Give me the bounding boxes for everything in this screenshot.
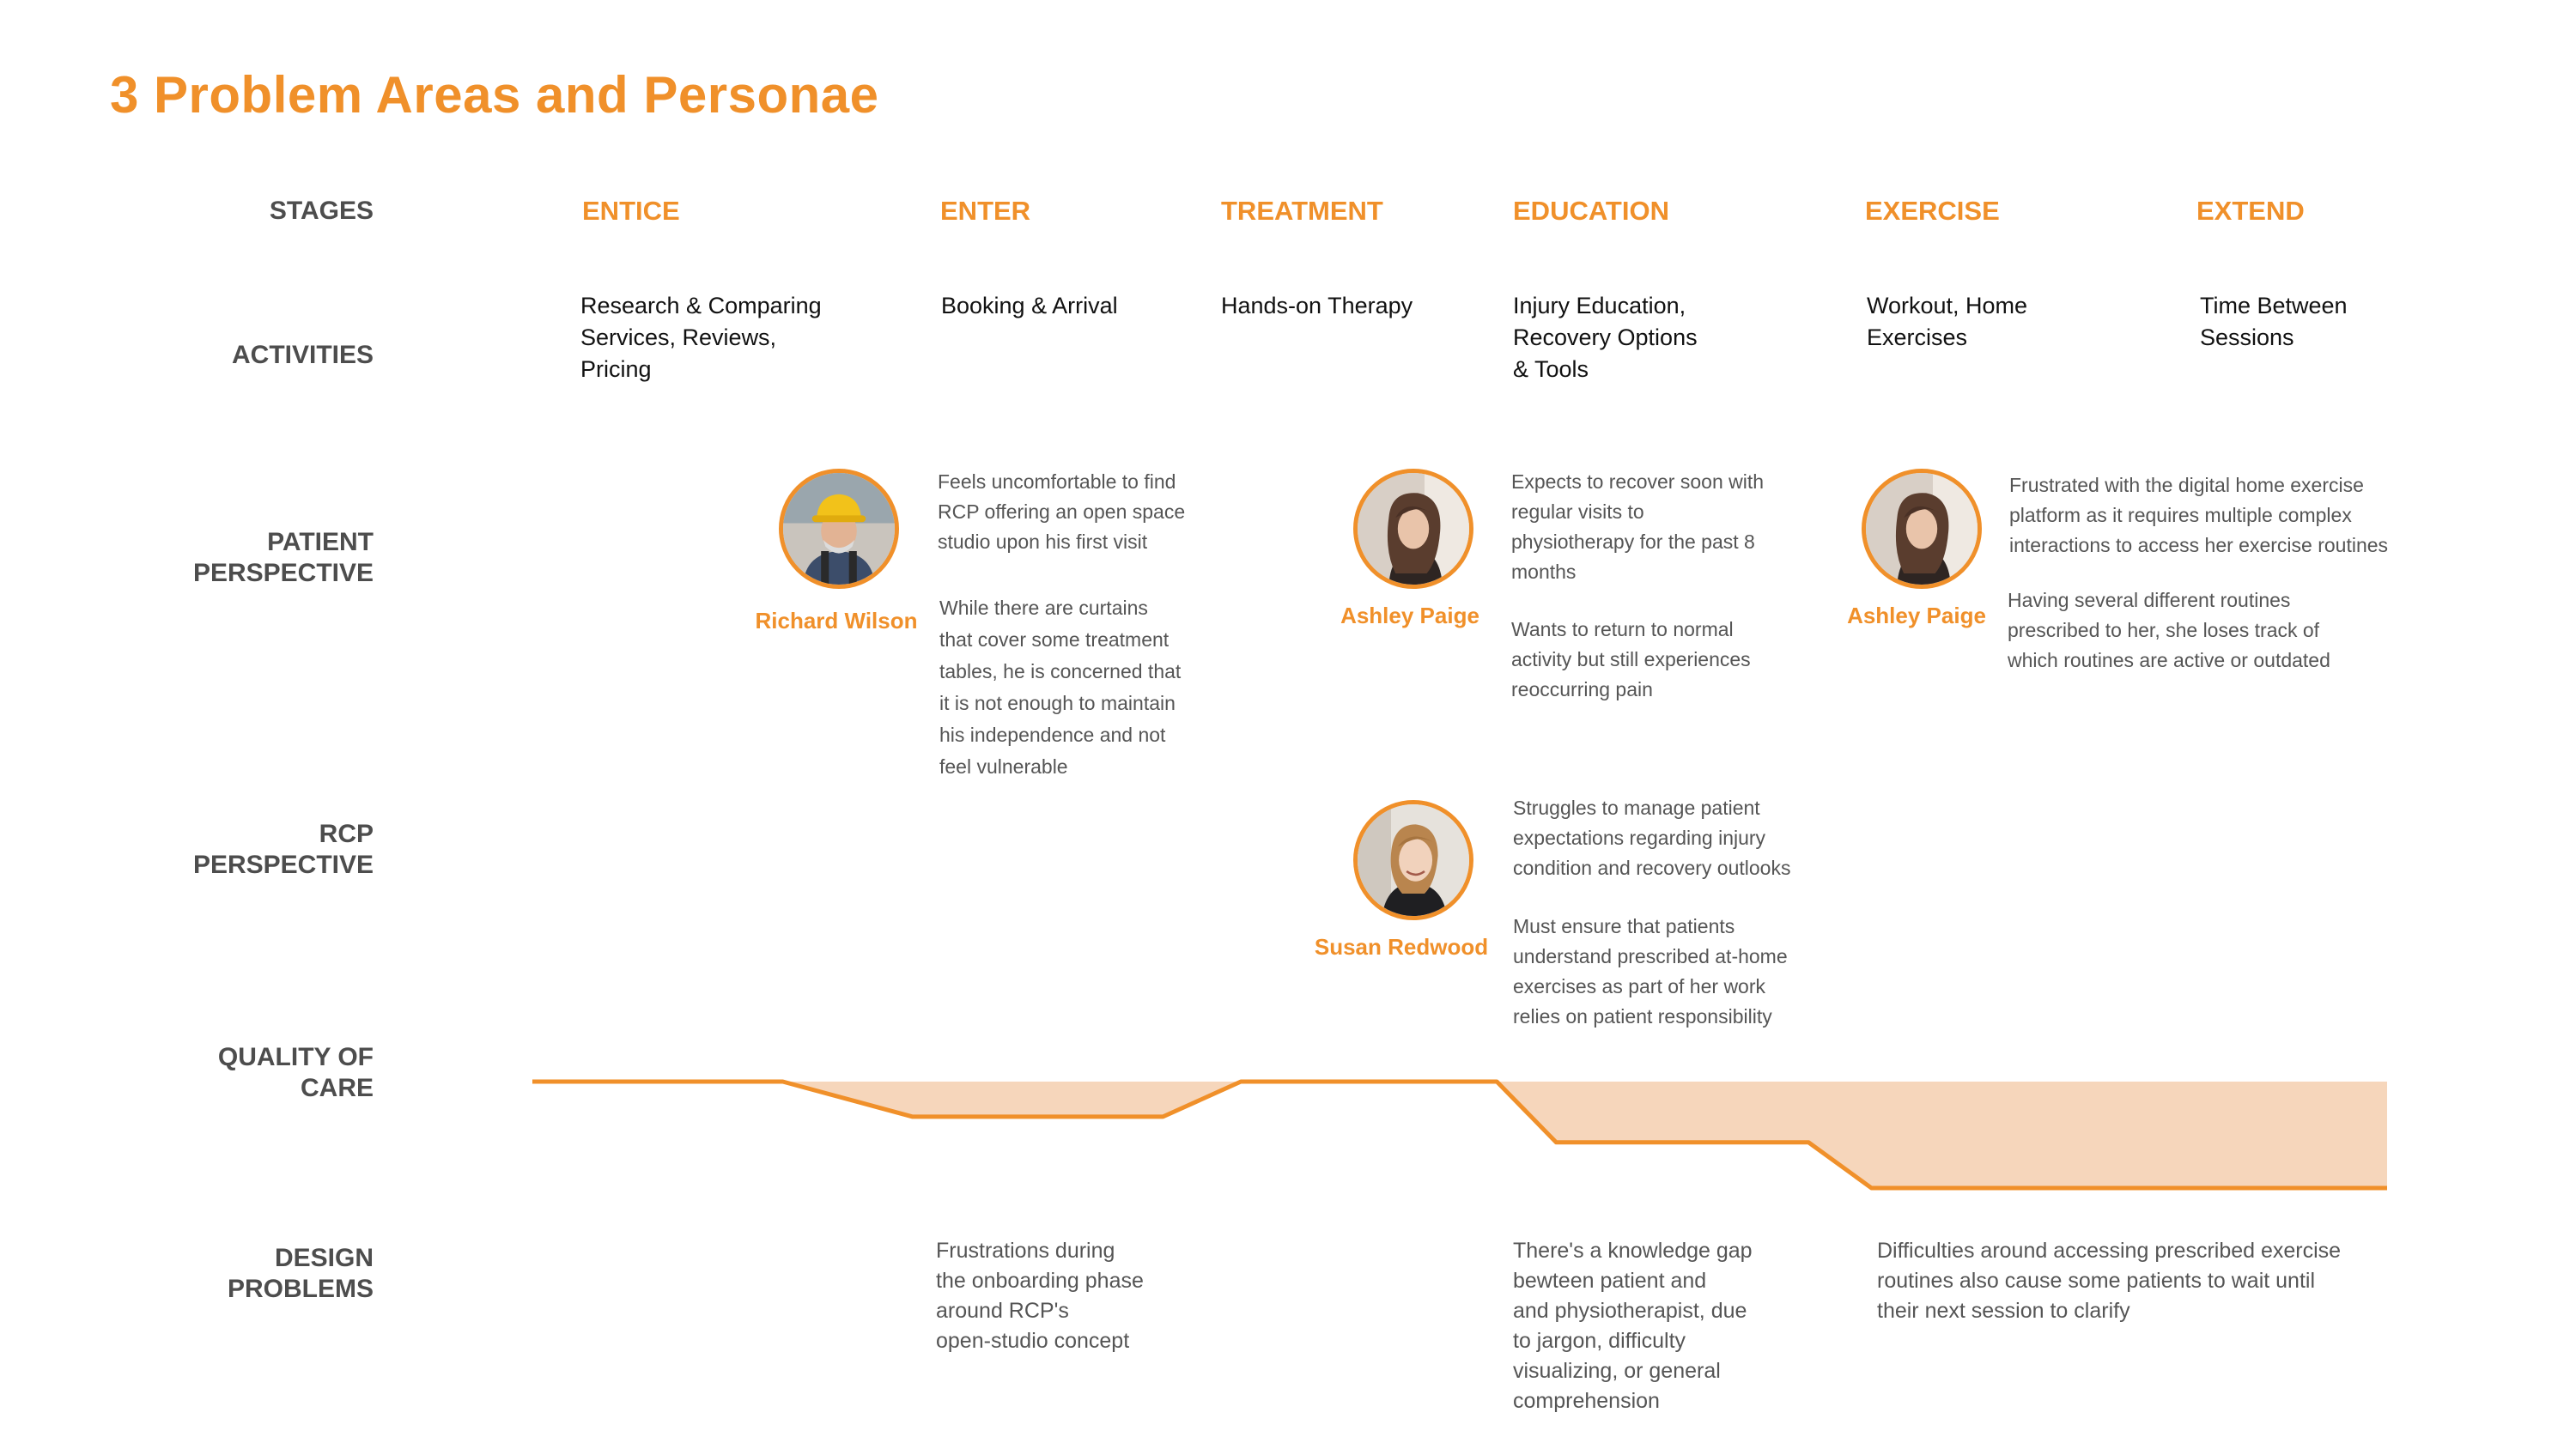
smiling-woman-portrait-icon [1353, 800, 1473, 920]
persona-name-richard-wilson: Richard Wilson [755, 608, 918, 634]
design-problem-enter: Frustrations during the onboarding phase… [936, 1239, 1144, 1353]
activity-treatment: Hands-on Therapy [1221, 293, 1413, 318]
stage-extend: EXTEND [2196, 196, 2305, 226]
activity-enter: Booking & Arrival [941, 293, 1118, 318]
quality-of-care-chart [532, 1079, 2387, 1191]
design-problem-exercise: Difficulties around accessing prescribed… [1877, 1239, 2342, 1323]
ashley-education-text-2: Wants to return to normal activity but s… [1511, 618, 1751, 700]
stage-entice: ENTICE [582, 196, 680, 226]
persona-name-ashley-paige-exercise: Ashley Paige [1847, 603, 1986, 628]
activity-extend: Time Between Sessions [2200, 293, 2348, 350]
woman-portrait-icon [1862, 469, 1982, 589]
activity-exercise: Workout, Home Exercises [1867, 293, 2028, 350]
stage-treatment: TREATMENT [1221, 196, 1383, 226]
susan-text-2: Must ensure that patients understand pre… [1513, 915, 1788, 1028]
stage-exercise: EXERCISE [1865, 196, 2000, 226]
stage-education: EDUCATION [1513, 196, 1669, 226]
persona-name-ashley-paige-education: Ashley Paige [1340, 603, 1479, 628]
ashley-education-text-1: Expects to recover soon with regular vis… [1511, 470, 1765, 583]
row-label-activities: ACTIVITIES [231, 341, 374, 369]
design-problem-education: There's a knowledge gap bewteen patient … [1513, 1239, 1753, 1413]
richard-text-2: While there are curtains that cover some… [939, 597, 1182, 778]
row-label-design-problems: DESIGN PROBLEMS [227, 1244, 374, 1303]
quality-of-care-area [782, 1082, 2387, 1188]
row-label-stages: STAGES [269, 197, 374, 225]
stage-enter: ENTER [940, 196, 1031, 226]
woman-portrait-icon [1353, 469, 1473, 589]
ashley-exercise-text-2: Having several different routines prescr… [2008, 589, 2330, 671]
activity-education: Injury Education, Recovery Options & Too… [1513, 293, 1698, 382]
ashley-exercise-text-1: Frustrated with the digital home exercis… [2009, 474, 2389, 556]
row-label-rcp-perspective: RCP PERSPECTIVE [192, 820, 374, 879]
persona-name-susan-redwood: Susan Redwood [1314, 934, 1489, 960]
row-label-quality-of-care: QUALITY OF CARE [217, 1043, 374, 1102]
susan-text-1: Struggles to manage patient expectations… [1513, 797, 1791, 879]
row-label-patient-perspective: PATIENT PERSPECTIVE [192, 528, 374, 587]
richard-text-1: Feels uncomfortable to find RCP offering… [938, 470, 1186, 553]
page-title: 3 Problem Areas and Personae [110, 66, 879, 124]
activity-entice: Research & Comparing Services, Reviews, … [580, 293, 822, 382]
construction-worker-icon [779, 469, 899, 589]
